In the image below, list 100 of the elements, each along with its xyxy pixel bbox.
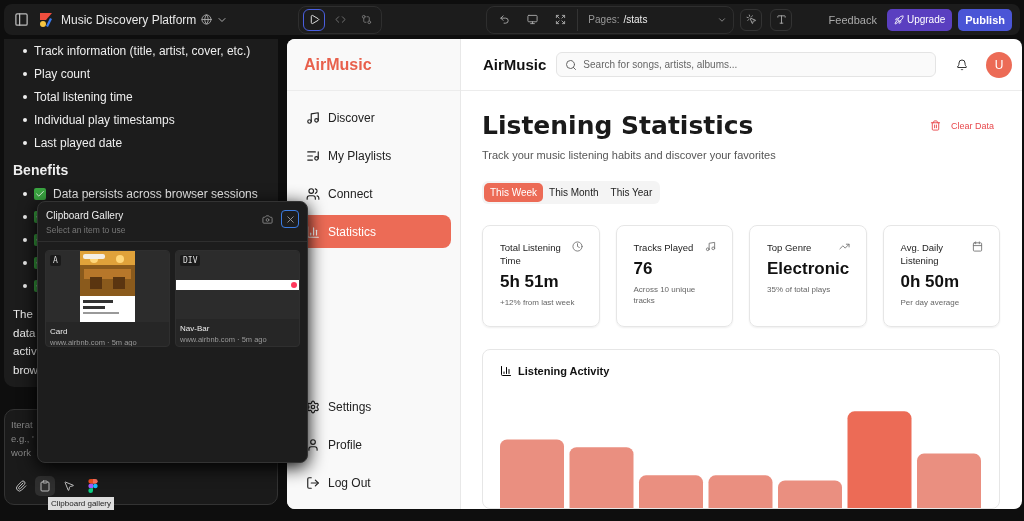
list-item: Individual play timestamps: [34, 112, 175, 127]
pointer-click-icon: [745, 14, 757, 25]
paragraph-line: activ: [13, 344, 37, 359]
item-name: Card: [49, 326, 69, 336]
search-icon: [565, 58, 578, 71]
page-subtitle: Track your music listening habits and discover your favorites: [482, 149, 777, 161]
figma-icon: [88, 479, 98, 493]
rocket-icon: [893, 14, 904, 25]
stat-title: Top Genre: [767, 241, 812, 254]
music-note-icon: [705, 241, 716, 252]
list-item: Last played date: [34, 135, 123, 150]
compare-icon: [360, 14, 372, 25]
nav-item[interactable]: Settings: [287, 390, 451, 423]
view-mode-button[interactable]: [303, 8, 326, 31]
list-item: Total listening time: [34, 89, 133, 104]
expand-icon: [554, 14, 566, 25]
chart-bar: [639, 475, 703, 508]
calendar-icon: [972, 241, 983, 252]
period-tab[interactable]: This Year: [604, 183, 659, 202]
nav-item[interactable]: Log Out: [287, 466, 451, 499]
select-element-button[interactable]: [740, 8, 763, 31]
card-title: Listening Activity: [518, 365, 610, 377]
pages-dropdown[interactable]: Pages: /stats: [577, 8, 728, 31]
stat-value: 5h 51m: [500, 272, 560, 292]
list-item: Track information (title, artist, cover, etc.): [34, 43, 251, 58]
nav-item[interactable]: My Playlists: [287, 139, 451, 172]
nav-item[interactable]: Discover: [287, 101, 451, 134]
notification-icon[interactable]: [956, 58, 968, 71]
chart-bar: [500, 439, 564, 508]
feedback-link[interactable]: Feedback: [828, 13, 877, 26]
undo-icon: [498, 14, 510, 25]
stat-value: 0h 50m: [900, 272, 961, 292]
code-icon: [334, 14, 346, 25]
header-title: AirMusic: [483, 56, 547, 73]
stat-note: Per day average: [900, 297, 961, 308]
bullet-dot: [23, 117, 27, 122]
element-tag: DIV: [180, 255, 201, 266]
globe-icon: [201, 14, 213, 25]
bullet-dot: [23, 260, 27, 265]
search-dot-icon: [291, 282, 297, 288]
paragraph-line: brow: [13, 362, 38, 378]
stat-title: Tracks Played: [633, 241, 694, 254]
camera-icon[interactable]: [262, 213, 273, 225]
pages-value: /stats: [623, 14, 648, 25]
page-title: Listening Statistics: [482, 111, 754, 140]
close-button[interactable]: [281, 210, 299, 228]
paragraph-line: The: [13, 307, 33, 322]
nav-item[interactable]: Profile: [287, 428, 451, 461]
section-heading: Benefits: [13, 162, 70, 178]
music-note-icon: [306, 110, 320, 125]
project-title: Music Discovery Platform: [61, 12, 197, 27]
stat-title: Avg. Daily Listening: [900, 241, 945, 267]
paperclip-icon: [15, 480, 27, 492]
play-icon: [308, 14, 320, 25]
trash-icon: [929, 120, 941, 131]
search-field[interactable]: Search for songs, artists, albums...: [556, 52, 936, 77]
chart-bar: [708, 475, 773, 508]
bullet-dot: [23, 283, 27, 288]
pages-label: Pages:: [588, 14, 620, 25]
stat-note: Across 10 unique tracks: [633, 284, 697, 306]
stat-note: 35% of total plays: [767, 284, 832, 295]
clock-icon: [571, 241, 583, 252]
publish-button[interactable]: Publish: [958, 8, 1012, 31]
bar-chart-icon: [500, 365, 512, 377]
pointer-icon: [63, 480, 75, 492]
list-item: Play count: [34, 66, 91, 81]
element-tag: A: [50, 255, 61, 266]
bullet-dot: [23, 94, 27, 99]
period-tab[interactable]: This Month: [543, 183, 605, 202]
users-icon: [306, 186, 320, 201]
paragraph-line: data: [13, 325, 36, 341]
close-icon: [284, 213, 296, 225]
upgrade-button[interactable]: Upgrade: [886, 8, 953, 31]
list-item: Data persists across browser sessions: [53, 186, 258, 201]
stat-value: Electronic: [767, 259, 850, 279]
bullet-dot: [23, 237, 27, 242]
text-tool-button[interactable]: [770, 8, 793, 31]
bullet-dot: [23, 214, 27, 219]
text-icon: [775, 14, 787, 25]
app-logo: AirMusic: [287, 39, 460, 91]
bullet-dot: [23, 191, 27, 196]
playlist-icon: [306, 148, 320, 163]
bullet-dot: [23, 48, 27, 53]
stat-value: 76: [633, 259, 654, 279]
bullet-dot: [23, 140, 27, 145]
trend-up-icon: [838, 241, 850, 252]
bullet-dot: [23, 71, 27, 76]
input-tool-button[interactable]: [35, 476, 55, 496]
app-logo-icon: [39, 11, 53, 28]
monitor-icon: [526, 14, 538, 25]
stat-title: Total Listening Time: [500, 241, 562, 267]
check-icon: [34, 187, 46, 200]
tooltip: Clipboard gallery: [48, 497, 115, 510]
clear-data-button[interactable]: Clear Data: [923, 119, 1000, 132]
logout-icon: [306, 475, 320, 490]
item-name: Nav-Bar: [179, 323, 211, 333]
sidebar-toggle-icon[interactable]: [14, 12, 29, 27]
popup-subtitle: Select an item to use: [46, 225, 126, 235]
nav-item[interactable]: Connect: [287, 177, 451, 210]
chart-bar: [917, 453, 981, 508]
